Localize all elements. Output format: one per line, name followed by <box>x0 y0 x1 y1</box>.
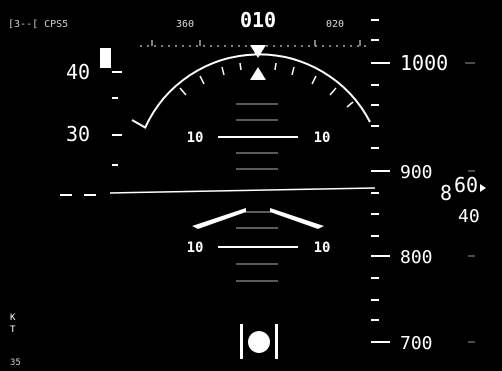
roll-tick <box>221 66 225 76</box>
roll-tick <box>329 87 337 96</box>
altitude-readout-lo: 40 <box>458 206 480 227</box>
roll-tick <box>239 62 242 71</box>
roll-arc <box>144 53 371 129</box>
airspeed-tape: 40 30 <box>66 48 122 166</box>
pitch-label: 10 <box>314 130 331 146</box>
horizon <box>60 187 376 196</box>
roll-ticks <box>179 62 354 108</box>
roll-arc-end <box>131 119 147 129</box>
altitude-tape <box>371 19 390 343</box>
status-glyphs: K T 35 <box>10 313 21 368</box>
status-label: [3--[ CPS5 <box>8 19 68 30</box>
roll-scale <box>131 53 371 129</box>
slip-indicator <box>240 324 278 359</box>
pitch-label: 10 <box>187 240 204 256</box>
altitude-label-800: 800 <box>400 247 433 268</box>
airspeed-label-40: 40 <box>66 60 90 84</box>
altitude-labels: 1000 900 800 700 8 60 40 <box>400 51 486 354</box>
roll-tick <box>346 101 354 108</box>
horizon-line <box>109 187 376 194</box>
roll-tick <box>291 66 295 76</box>
primary-flight-display: [3--[ CPS5 360 010 020 40 30 10 10 10 10… <box>8 8 486 368</box>
side-label-t: T <box>10 325 16 335</box>
aircraft-symbol-icon <box>192 208 324 229</box>
roll-tick <box>179 87 187 96</box>
roll-pointer-icon <box>250 67 266 80</box>
heading-label-left: 360 <box>176 19 194 30</box>
heading-tape: [3--[ CPS5 360 010 020 <box>8 8 370 58</box>
roll-tick <box>311 75 317 85</box>
left-wing-icon <box>192 208 246 229</box>
airspeed-label-30: 30 <box>66 122 90 146</box>
roll-tick <box>274 62 277 71</box>
altitude-pointer-icon <box>480 184 486 192</box>
roll-tick <box>199 75 205 85</box>
heading-label-right: 020 <box>326 19 344 30</box>
pitch-ladder: 10 10 10 10 <box>187 103 331 282</box>
altitude-readout-main: 8 <box>440 181 452 205</box>
altitude-label-1000: 1000 <box>400 51 448 75</box>
altitude-label-900: 900 <box>400 162 433 183</box>
right-wing-icon <box>270 208 324 229</box>
slip-bar-left <box>240 324 243 359</box>
bottom-status-label: 35 <box>10 358 21 368</box>
pitch-label: 10 <box>314 240 331 256</box>
heading-current: 010 <box>240 8 276 32</box>
pitch-label: 10 <box>187 130 204 146</box>
heading-pointer-icon <box>250 45 266 58</box>
side-label-k: K <box>10 313 16 323</box>
airspeed-bug <box>100 48 111 68</box>
slip-ball-icon <box>248 331 270 353</box>
slip-bar-right <box>275 324 278 359</box>
altitude-readout-hi: 60 <box>454 173 478 197</box>
altitude-label-700: 700 <box>400 333 433 354</box>
